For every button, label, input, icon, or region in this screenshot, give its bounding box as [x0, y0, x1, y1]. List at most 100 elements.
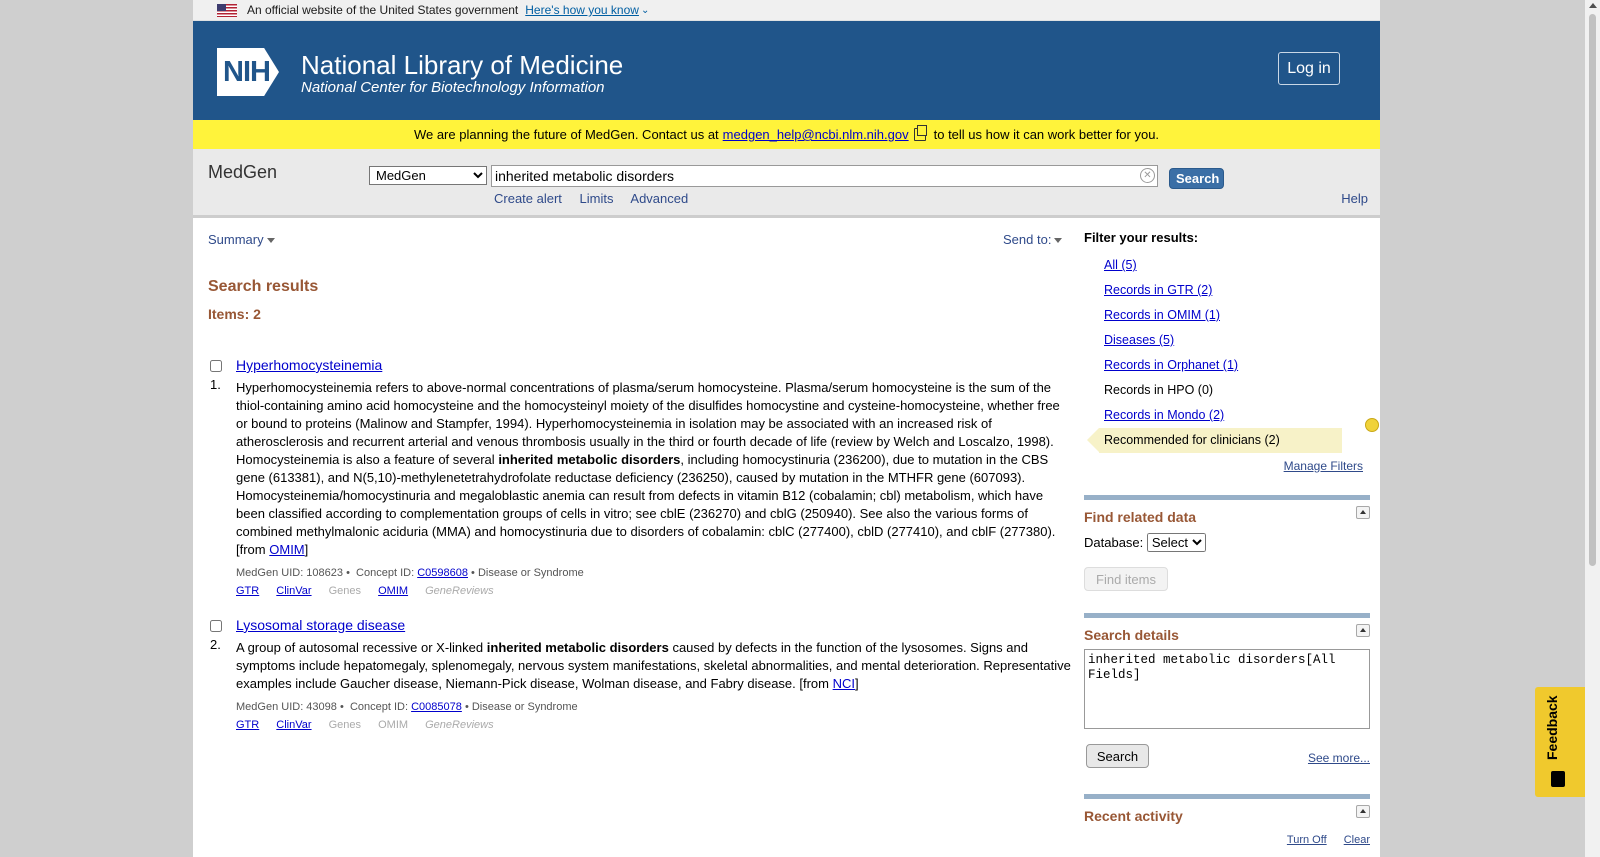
- database-select[interactable]: MedGen: [369, 166, 487, 185]
- filter-mondo: Records in Mondo (2): [1104, 403, 1370, 428]
- search-details-footer: Search See more...: [1084, 740, 1370, 770]
- concept-id-label: Concept ID:: [356, 567, 415, 579]
- result-number: 2.: [210, 637, 221, 652]
- filter-gtr: Records in GTR (2): [1104, 278, 1370, 303]
- advanced-link[interactable]: Advanced: [630, 191, 688, 206]
- clinvar-link[interactable]: ClinVar: [276, 719, 311, 731]
- turn-off-link[interactable]: Turn Off: [1287, 834, 1327, 846]
- page-scrollbar[interactable]: [1585, 0, 1600, 857]
- result-description: Hyperhomocysteinemia refers to above-nor…: [236, 379, 1073, 559]
- medgen-app-label[interactable]: MedGen: [208, 162, 277, 183]
- source-link[interactable]: OMIM: [269, 542, 304, 557]
- nlm-title: National Library of Medicine: [301, 50, 624, 80]
- clinvar-link[interactable]: ClinVar: [276, 585, 311, 597]
- omim-link[interactable]: OMIM: [378, 585, 408, 597]
- search-details-portlet: Search details inherited metabolic disor…: [1084, 613, 1370, 770]
- send-to-dropdown[interactable]: Send to:: [1003, 232, 1063, 247]
- genereviews-link-disabled: GeneReviews: [425, 585, 494, 597]
- items-count: Items: 2: [208, 306, 261, 322]
- heres-how-link[interactable]: Here's how you know: [525, 3, 639, 17]
- filter-list: All (5) Records in GTR (2) Records in OM…: [1084, 253, 1370, 453]
- concept-id-link[interactable]: C0085078: [411, 701, 462, 713]
- result-title-link[interactable]: Hyperhomocysteinemia: [236, 356, 1073, 375]
- genes-link-disabled: Genes: [328, 719, 362, 731]
- desc-close: ]: [304, 542, 309, 557]
- clear-link[interactable]: Clear: [1344, 834, 1370, 846]
- result-links: GTR ClinVar Genes OMIM GeneReviews: [236, 585, 1073, 597]
- omim-link-disabled: OMIM: [378, 719, 409, 731]
- filter-mondo-link[interactable]: Records in Mondo (2): [1104, 408, 1224, 422]
- filter-gtr-link[interactable]: Records in GTR (2): [1104, 283, 1212, 297]
- see-more-link[interactable]: See more...: [1308, 751, 1370, 765]
- filter-hpo: Records in HPO (0): [1104, 383, 1214, 397]
- result-links: GTR ClinVar Genes OMIM GeneReviews: [236, 719, 1073, 731]
- summary-dropdown[interactable]: Summary: [208, 232, 275, 247]
- filter-omim: Records in OMIM (1): [1104, 303, 1370, 328]
- result-number: 1.: [210, 377, 221, 392]
- filter-orphanet-link[interactable]: Records in Orphanet (1): [1104, 358, 1238, 372]
- filter-info-icon[interactable]: [1365, 418, 1379, 432]
- genereviews-link-disabled: GeneReviews: [425, 719, 494, 731]
- find-items-button: Find items: [1084, 567, 1168, 591]
- filter-omim-link[interactable]: Records in OMIM (1): [1104, 308, 1220, 322]
- gov-banner-text: An official website of the United States…: [247, 3, 519, 17]
- database-row: Database: Select: [1084, 533, 1370, 552]
- details-search-button[interactable]: Search: [1086, 744, 1149, 768]
- limits-link[interactable]: Limits: [580, 191, 614, 206]
- search-details-textarea[interactable]: inherited metabolic disorders[All Fields…: [1084, 649, 1370, 729]
- create-alert-link[interactable]: Create alert: [494, 191, 562, 206]
- feedback-label: Feedback: [1544, 695, 1560, 760]
- summary-label: Summary: [208, 232, 264, 247]
- recent-activity-portlet: Recent activity Turn Off Clear: [1084, 794, 1370, 846]
- notice-text-before: We are planning the future of MedGen. Co…: [413, 127, 719, 142]
- recent-activity-links: Turn Off Clear: [1084, 834, 1370, 846]
- medgen-help-email-link[interactable]: medgen_help@ncbi.nlm.nih.gov: [723, 127, 909, 142]
- desc-text: , including homocystinuria (236200), due…: [236, 452, 1056, 557]
- feedback-button[interactable]: Feedback: [1535, 687, 1587, 797]
- search-sublinks: Create alert Limits Advanced: [494, 191, 702, 206]
- copy-icon[interactable]: [913, 125, 927, 141]
- result-meta: MedGen UID: 43098 • Concept ID: C0085078…: [236, 701, 1073, 713]
- chevron-down-icon: ⌄: [640, 4, 650, 16]
- search-button[interactable]: Search: [1169, 168, 1224, 189]
- filter-recommended-clinicians[interactable]: Recommended for clinicians (2): [1087, 428, 1342, 453]
- scrollbar-thumb[interactable]: [1589, 14, 1596, 566]
- notice-text-after: to tell us how it can work better for yo…: [933, 127, 1160, 142]
- genes-link-disabled: Genes: [328, 585, 362, 597]
- result-title-link[interactable]: Lysosomal storage disease: [236, 616, 1073, 635]
- site-header: NIH National Library of Medicine Nationa…: [193, 21, 1380, 120]
- login-button[interactable]: Log in: [1278, 52, 1340, 85]
- clear-search-icon[interactable]: ✕: [1140, 168, 1155, 183]
- desc-text: A group of autosomal recessive or X-link…: [236, 640, 484, 655]
- concept-id-link[interactable]: C0598608: [417, 567, 468, 579]
- gtr-link[interactable]: GTR: [236, 585, 259, 597]
- desc-highlight: inherited metabolic disorders: [498, 452, 681, 467]
- medgen-uid: MedGen UID: 108623 •: [236, 567, 350, 579]
- gtr-link[interactable]: GTR: [236, 719, 259, 731]
- collapse-toggle-icon[interactable]: [1356, 624, 1370, 637]
- related-database-select[interactable]: Select: [1146, 533, 1206, 552]
- collapse-toggle-icon[interactable]: [1356, 805, 1370, 818]
- source-link[interactable]: NCI: [833, 676, 855, 691]
- database-label: Database:: [1084, 535, 1144, 550]
- manage-filters-link[interactable]: Manage Filters: [1284, 459, 1363, 473]
- caret-down-icon: [1054, 238, 1063, 244]
- search-input[interactable]: inherited metabolic disorders: [491, 165, 1158, 187]
- filter-diseases: Diseases (5): [1104, 328, 1370, 353]
- ncbi-subtitle: National Center for Biotechnology Inform…: [301, 79, 605, 96]
- result-checkbox[interactable]: [210, 360, 222, 372]
- filter-diseases-link[interactable]: Diseases (5): [1104, 333, 1174, 347]
- record-type: • Disease or Syndrome: [471, 567, 584, 579]
- feedback-icon: [1551, 771, 1565, 787]
- filter-all-link[interactable]: All (5): [1104, 258, 1137, 272]
- filter-orphanet: Records in Orphanet (1): [1104, 353, 1370, 378]
- nih-logo[interactable]: NIH: [217, 48, 279, 96]
- gov-banner: An official website of the United States…: [193, 0, 1380, 21]
- help-link[interactable]: Help: [1341, 191, 1368, 206]
- scroll-up-arrow-icon[interactable]: [1589, 3, 1597, 8]
- collapse-toggle-icon[interactable]: [1356, 506, 1370, 519]
- concept-id-label: Concept ID:: [349, 701, 409, 713]
- medgen-uid: MedGen UID: 43098 •: [236, 701, 344, 713]
- result-checkbox[interactable]: [210, 620, 222, 632]
- result-description: A group of autosomal recessive or X-link…: [236, 639, 1073, 693]
